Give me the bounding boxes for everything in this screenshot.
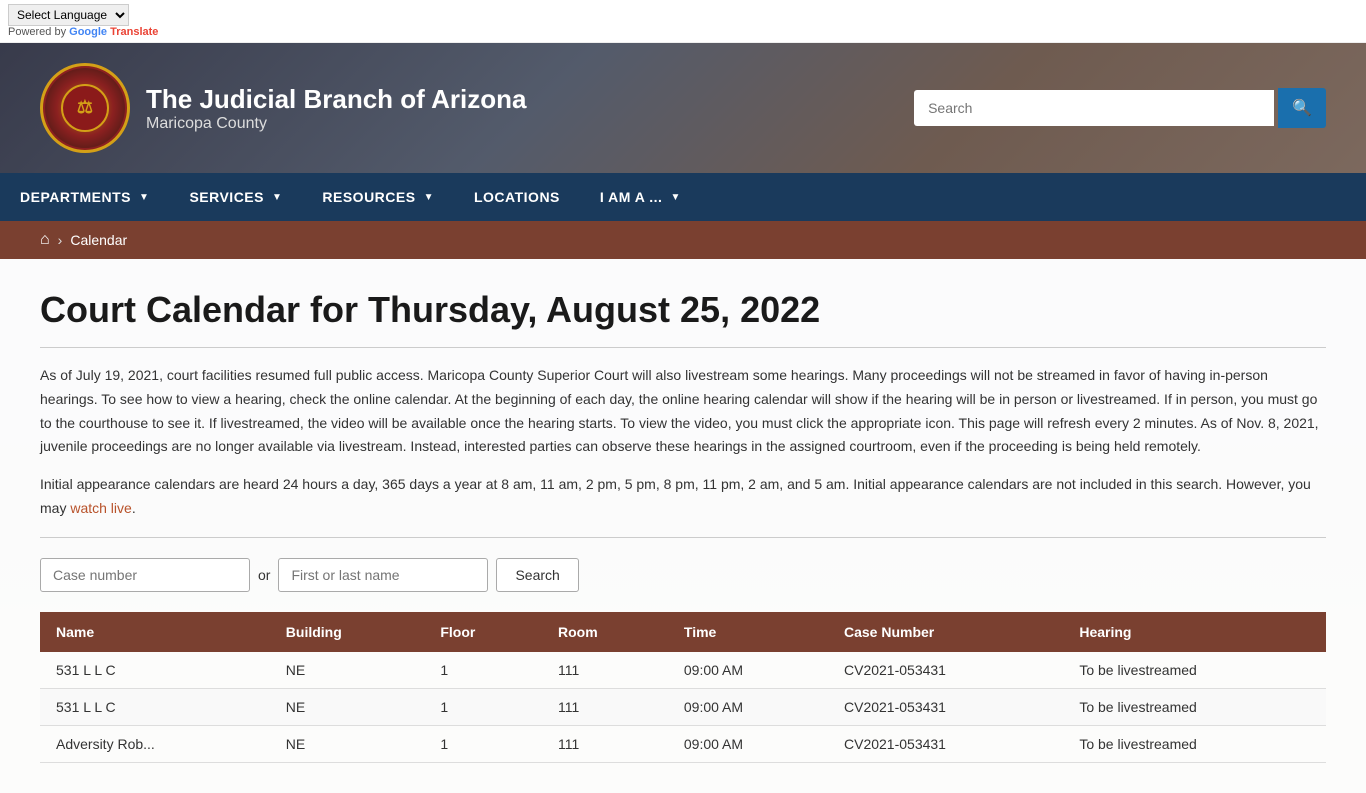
cell-time: 09:00 AM <box>668 652 828 689</box>
breadcrumb-current: Calendar <box>70 232 127 248</box>
cell-time: 09:00 AM <box>668 725 828 762</box>
logo-inner: ⚖ <box>45 68 125 148</box>
breadcrumb-separator: › <box>58 232 63 248</box>
watch-live-link[interactable]: watch live <box>70 500 131 516</box>
cell-floor: 1 <box>424 688 542 725</box>
table-row: 531 L L CNE111109:00 AMCV2021-053431To b… <box>40 688 1326 725</box>
table-row: Adversity Rob...NE111109:00 AMCV2021-053… <box>40 725 1326 762</box>
header-search-button[interactable]: 🔍 <box>1278 88 1326 128</box>
nav-item-locations[interactable]: LOCATIONS <box>454 173 580 221</box>
col-floor: Floor <box>424 612 542 652</box>
cell-building: NE <box>270 652 425 689</box>
nav-label-departments: DEPARTMENTS <box>20 189 131 205</box>
nav-label-i-am-a: I AM A ... <box>600 189 663 205</box>
nav-label-locations: LOCATIONS <box>474 189 560 205</box>
cell-floor: 1 <box>424 725 542 762</box>
cell-building: NE <box>270 688 425 725</box>
table-row: 531 L L CNE111109:00 AMCV2021-053431To b… <box>40 652 1326 689</box>
cell-hearing: To be livestreamed <box>1063 688 1326 725</box>
cell-room: 111 <box>542 688 668 725</box>
description-1: As of July 19, 2021, court facilities re… <box>40 364 1326 459</box>
chevron-down-icon: ▼ <box>424 192 434 203</box>
cell-hearing: To be livestreamed <box>1063 652 1326 689</box>
nav-item-i-am-a[interactable]: I AM A ... ▼ <box>580 173 701 221</box>
cell-name: 531 L L C <box>40 652 270 689</box>
nav-item-services[interactable]: SERVICES ▼ <box>169 173 302 221</box>
chevron-down-icon: ▼ <box>670 192 680 203</box>
col-hearing: Hearing <box>1063 612 1326 652</box>
cell-case_number: CV2021-053431 <box>828 652 1063 689</box>
col-room: Room <box>542 612 668 652</box>
nav-item-resources[interactable]: RESOURCES ▼ <box>302 173 454 221</box>
results-table: Name Building Floor Room Time Case Numbe… <box>40 612 1326 763</box>
site-name: The Judicial Branch of Arizona <box>146 84 526 115</box>
cell-name: 531 L L C <box>40 688 270 725</box>
site-subtitle: Maricopa County <box>146 115 526 133</box>
header-content: ⚖ The Judicial Branch of Arizona Maricop… <box>0 43 1366 173</box>
table-header-row: Name Building Floor Room Time Case Numbe… <box>40 612 1326 652</box>
chevron-down-icon: ▼ <box>272 192 282 203</box>
description-2: Initial appearance calendars are heard 2… <box>40 473 1326 521</box>
col-case-number: Case Number <box>828 612 1063 652</box>
home-icon[interactable]: ⌂ <box>40 231 50 249</box>
cell-name: Adversity Rob... <box>40 725 270 762</box>
cell-room: 111 <box>542 725 668 762</box>
cell-case_number: CV2021-053431 <box>828 725 1063 762</box>
description-2-suffix: . <box>132 500 136 516</box>
logo-svg: ⚖ <box>60 83 110 133</box>
nav-label-resources: RESOURCES <box>322 189 415 205</box>
table-header: Name Building Floor Room Time Case Numbe… <box>40 612 1326 652</box>
header-search-area: 🔍 <box>914 88 1326 128</box>
cell-hearing: To be livestreamed <box>1063 725 1326 762</box>
nav-item-departments[interactable]: DEPARTMENTS ▼ <box>0 173 169 221</box>
logo-area: ⚖ The Judicial Branch of Arizona Maricop… <box>40 63 526 153</box>
or-label: or <box>258 567 270 583</box>
top-bar: Select Language Powered by Google Transl… <box>0 0 1366 43</box>
name-search-input[interactable] <box>278 558 488 592</box>
cell-case_number: CV2021-053431 <box>828 688 1063 725</box>
site-logo: ⚖ <box>40 63 130 153</box>
breadcrumb: ⌂ › Calendar <box>0 221 1366 259</box>
header-search-input[interactable] <box>914 90 1274 126</box>
case-number-input[interactable] <box>40 558 250 592</box>
table-body: 531 L L CNE111109:00 AMCV2021-053431To b… <box>40 652 1326 763</box>
site-title: The Judicial Branch of Arizona Maricopa … <box>146 84 526 133</box>
site-header: ⚖ The Judicial Branch of Arizona Maricop… <box>0 43 1366 173</box>
description-2-prefix: Initial appearance calendars are heard 2… <box>40 476 1311 516</box>
language-select[interactable]: Select Language <box>8 4 129 26</box>
cell-time: 09:00 AM <box>668 688 828 725</box>
case-search-form: or Search <box>40 558 1326 592</box>
col-building: Building <box>270 612 425 652</box>
col-name: Name <box>40 612 270 652</box>
cell-room: 111 <box>542 652 668 689</box>
page-title: Court Calendar for Thursday, August 25, … <box>40 289 1326 331</box>
search-button[interactable]: Search <box>496 558 578 592</box>
main-nav: DEPARTMENTS ▼ SERVICES ▼ RESOURCES ▼ LOC… <box>0 173 1366 221</box>
nav-label-services: SERVICES <box>189 189 264 205</box>
divider <box>40 347 1326 348</box>
powered-by: Powered by Google Translate <box>8 26 1358 38</box>
divider-2 <box>40 537 1326 538</box>
chevron-down-icon: ▼ <box>139 192 149 203</box>
cell-floor: 1 <box>424 652 542 689</box>
main-content: Court Calendar for Thursday, August 25, … <box>0 259 1366 793</box>
cell-building: NE <box>270 725 425 762</box>
svg-text:⚖: ⚖ <box>77 97 93 117</box>
col-time: Time <box>668 612 828 652</box>
